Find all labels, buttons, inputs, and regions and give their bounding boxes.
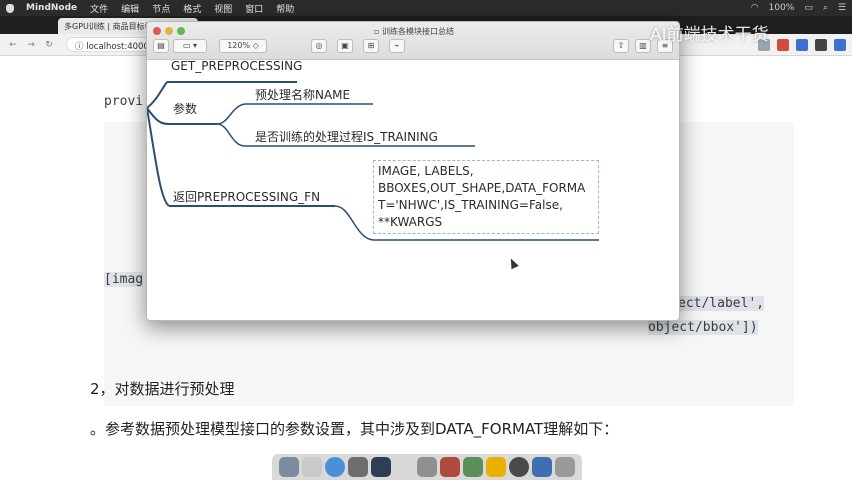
section-heading: 2，对数据进行预处理	[90, 380, 235, 398]
document-icon: ▫	[374, 27, 382, 36]
menu-node[interactable]: 节点	[152, 2, 170, 15]
inspector-icon[interactable]: ▥	[635, 39, 651, 53]
mindnode-window: ▫ 训练各模块接口总结 ▤ ▭ ▾ 120% ◇ ◎ ▣ ⊞ ⌁ ⇧ ▥ ≡ G…	[146, 21, 680, 321]
app-icon[interactable]	[463, 457, 483, 477]
extension-icon[interactable]	[796, 38, 808, 51]
menu-bar: MindNode 文件 编辑 节点 格式 视图 窗口 帮助 ◠ 100% ▭ ⌕…	[0, 0, 852, 16]
share-icon[interactable]: ⇧	[613, 39, 629, 53]
profile-icon[interactable]	[834, 38, 846, 51]
node-text-line: BBOXES,OUT_SHAPE,DATA_FORMA	[378, 181, 586, 195]
safari-icon[interactable]	[325, 457, 345, 477]
forward-icon[interactable]: →	[24, 40, 38, 50]
menu-list-icon[interactable]: ☰	[838, 3, 846, 13]
node-text-line: T='NHWC',IS_TRAINING=False,	[378, 198, 563, 212]
node-icon[interactable]: ▣	[337, 39, 353, 53]
zoom-select[interactable]: 120% ◇	[219, 39, 267, 53]
menu-format[interactable]: 格式	[183, 2, 201, 15]
address-url: localhost:4000/	[86, 42, 152, 52]
launchpad-icon[interactable]	[302, 457, 322, 477]
extension-icon[interactable]	[777, 38, 789, 51]
trash-icon[interactable]	[555, 457, 575, 477]
photos-icon[interactable]	[348, 457, 368, 477]
wifi-icon[interactable]: ◠	[751, 3, 759, 13]
menu-help[interactable]: 帮助	[276, 2, 294, 15]
extension-area	[758, 38, 846, 51]
notes-icon[interactable]	[394, 457, 414, 477]
battery-label[interactable]: 100%	[769, 3, 795, 13]
back-icon[interactable]: ←	[6, 40, 20, 50]
branch-line	[147, 107, 170, 207]
node-get-preprocessing[interactable]: GET_PREPROCESSING	[171, 59, 302, 73]
menu-edit[interactable]: 编辑	[121, 2, 139, 15]
node-text-line: **KWARGS	[378, 215, 443, 229]
focus-icon[interactable]: ◎	[311, 39, 327, 53]
link-icon[interactable]: ⌁	[389, 39, 405, 53]
battery-icon[interactable]: ▭	[804, 3, 813, 13]
node-param-name[interactable]: 预处理名称NAME	[255, 86, 350, 103]
add-node-icon[interactable]: ⊞	[363, 39, 379, 53]
dock	[272, 454, 582, 480]
branch-line	[216, 103, 246, 125]
node-returns[interactable]: 返回PREPROCESSING_FN	[173, 188, 320, 205]
code-line: provi	[104, 94, 144, 109]
window-title: ▫ 训练各模块接口总结	[374, 27, 454, 36]
notes-icon[interactable]	[486, 457, 506, 477]
view-mode-button[interactable]: ▭ ▾	[173, 39, 207, 53]
branch-line	[147, 107, 170, 125]
extension-icon[interactable]	[815, 38, 827, 51]
code-line: [imag	[104, 272, 144, 287]
app-icon[interactable]	[532, 457, 552, 477]
terminal-icon[interactable]	[371, 457, 391, 477]
apple-icon[interactable]	[6, 3, 14, 13]
code-line: ect/label',	[678, 296, 765, 311]
sidebar-toggle-icon[interactable]: ▤	[153, 39, 169, 53]
node-return-args[interactable]: IMAGE, LABELS, BBOXES,OUT_SHAPE,DATA_FOR…	[373, 160, 599, 234]
reload-icon[interactable]: ↻	[42, 40, 56, 50]
menu-view[interactable]: 视图	[214, 2, 232, 15]
node-param-training[interactable]: 是否训练的处理过程IS_TRAINING	[255, 128, 438, 145]
mindmap-canvas[interactable]: GET_PREPROCESSING 参数 预处理名称NAME 是否训练的处理过程…	[147, 59, 679, 320]
info-icon: ⓘ	[75, 42, 87, 52]
menu-file[interactable]: 文件	[90, 2, 108, 15]
app-icon[interactable]	[509, 457, 529, 477]
app-icon[interactable]	[440, 457, 460, 477]
menu-app-name[interactable]: MindNode	[26, 3, 77, 13]
branch-line	[147, 81, 168, 109]
branch-line	[334, 205, 374, 241]
app-icon[interactable]	[417, 457, 437, 477]
branch-line	[216, 123, 246, 147]
code-line: object/bbox'])	[648, 320, 758, 335]
node-params[interactable]: 参数	[173, 100, 197, 117]
menu-window[interactable]: 窗口	[245, 2, 263, 15]
finder-icon[interactable]	[279, 457, 299, 477]
paragraph: 。参考数据预处理模型接口的参数设置，其中涉及到DATA_FORMAT理解如下：	[90, 420, 619, 438]
mindnode-titlebar: ▫ 训练各模块接口总结 ▤ ▭ ▾ 120% ◇ ◎ ▣ ⊞ ⌁ ⇧ ▥ ≡	[147, 22, 679, 60]
search-icon[interactable]: ⌕	[823, 3, 828, 13]
node-text-line: IMAGE, LABELS,	[378, 164, 474, 178]
status-area: ◠ 100% ▭ ⌕ ☰	[751, 3, 846, 13]
watermark: AI前端技术干货	[650, 25, 769, 45]
